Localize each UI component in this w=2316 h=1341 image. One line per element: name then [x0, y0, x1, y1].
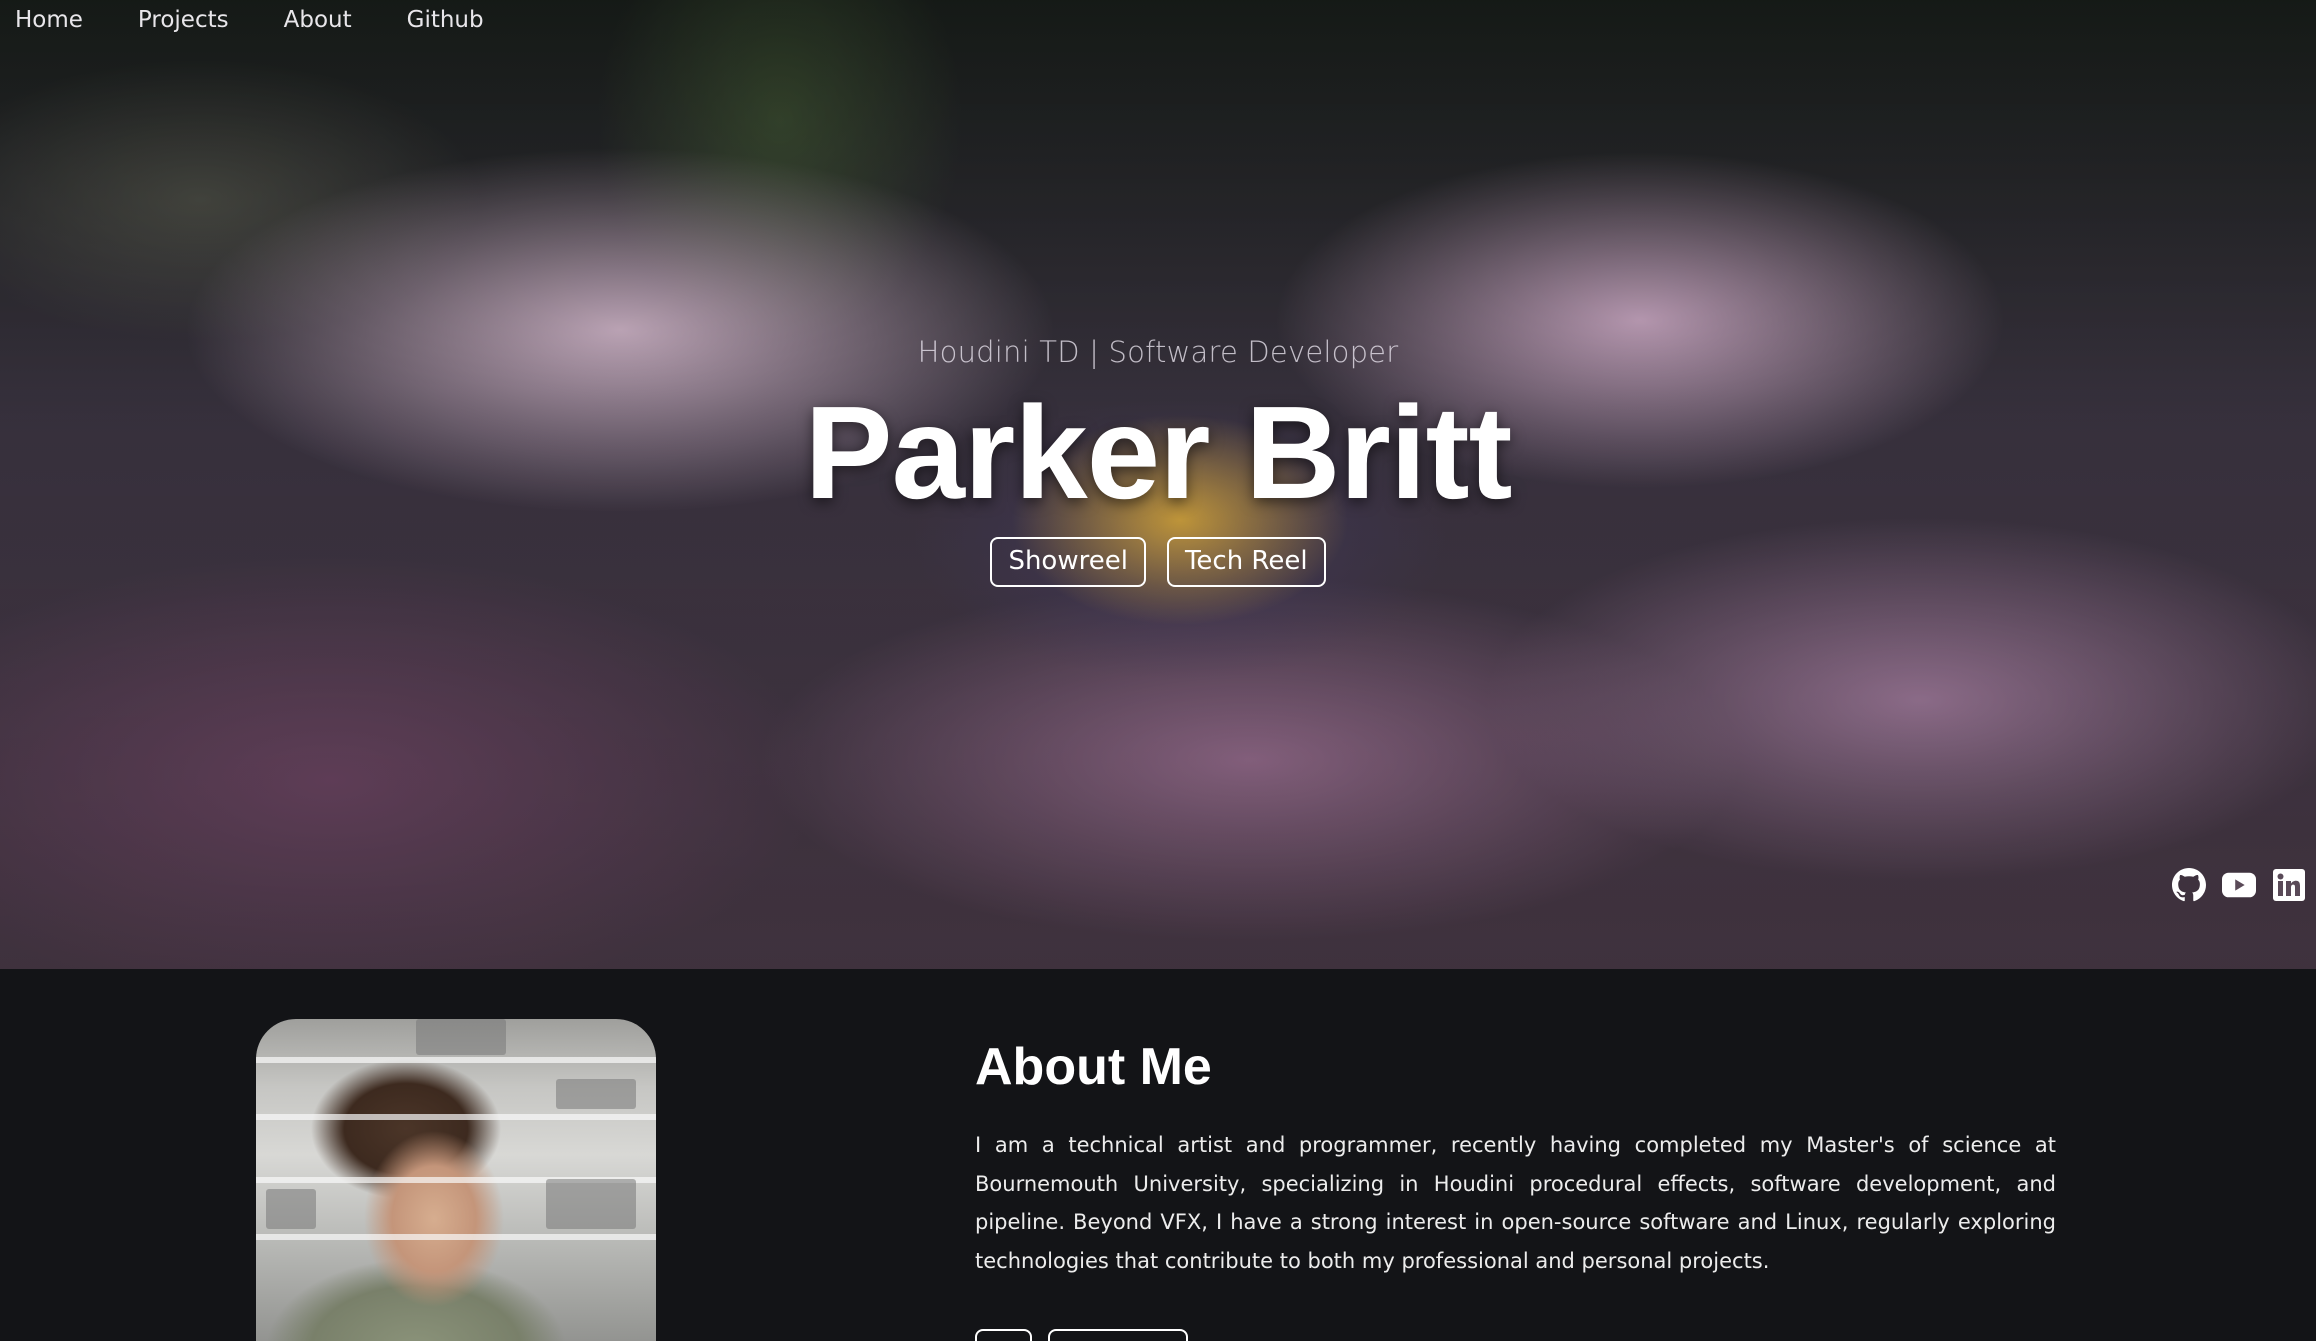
nav-about-link[interactable]: About	[284, 7, 352, 33]
showreel-button[interactable]: Showreel	[990, 537, 1146, 587]
about-button[interactable]	[975, 1329, 1032, 1341]
top-nav: Home Projects About Github	[0, 0, 524, 40]
linkedin-icon[interactable]	[2272, 868, 2306, 902]
photo-detail	[416, 1019, 506, 1055]
hero-tagline: Houdini TD | Software Developer	[917, 335, 1399, 369]
nav-home-link[interactable]: Home	[15, 7, 83, 33]
about-buttons	[975, 1329, 1188, 1341]
nav-github-link[interactable]: Github	[407, 7, 484, 33]
about-text-block: About Me I am a technical artist and pro…	[975, 1019, 2056, 1280]
about-button[interactable]	[1048, 1329, 1188, 1341]
profile-photo	[256, 1019, 656, 1341]
hero-section: Home Projects About Github Houdini TD | …	[0, 0, 2316, 969]
hero-content: Houdini TD | Software Developer Parker B…	[0, 335, 2316, 587]
photo-detail	[546, 1179, 636, 1229]
nav-projects-link[interactable]: Projects	[138, 7, 229, 33]
tech-reel-button[interactable]: Tech Reel	[1166, 537, 1326, 587]
photo-shelf	[256, 1234, 656, 1240]
about-title: About Me	[975, 1038, 1212, 1096]
about-section: About Me I am a technical artist and pro…	[0, 969, 2316, 1341]
about-paragraph: I am a technical artist and programmer, …	[975, 1133, 2056, 1273]
social-links	[2172, 868, 2306, 902]
photo-shelf	[256, 1057, 656, 1063]
photo-shelf	[256, 1114, 656, 1120]
reel-buttons: Showreel Tech Reel	[0, 537, 2316, 587]
github-icon[interactable]	[2172, 868, 2206, 902]
hero-name: Parker Britt	[804, 379, 1513, 526]
photo-detail	[266, 1189, 316, 1229]
youtube-icon[interactable]	[2222, 868, 2256, 902]
photo-detail	[556, 1079, 636, 1109]
